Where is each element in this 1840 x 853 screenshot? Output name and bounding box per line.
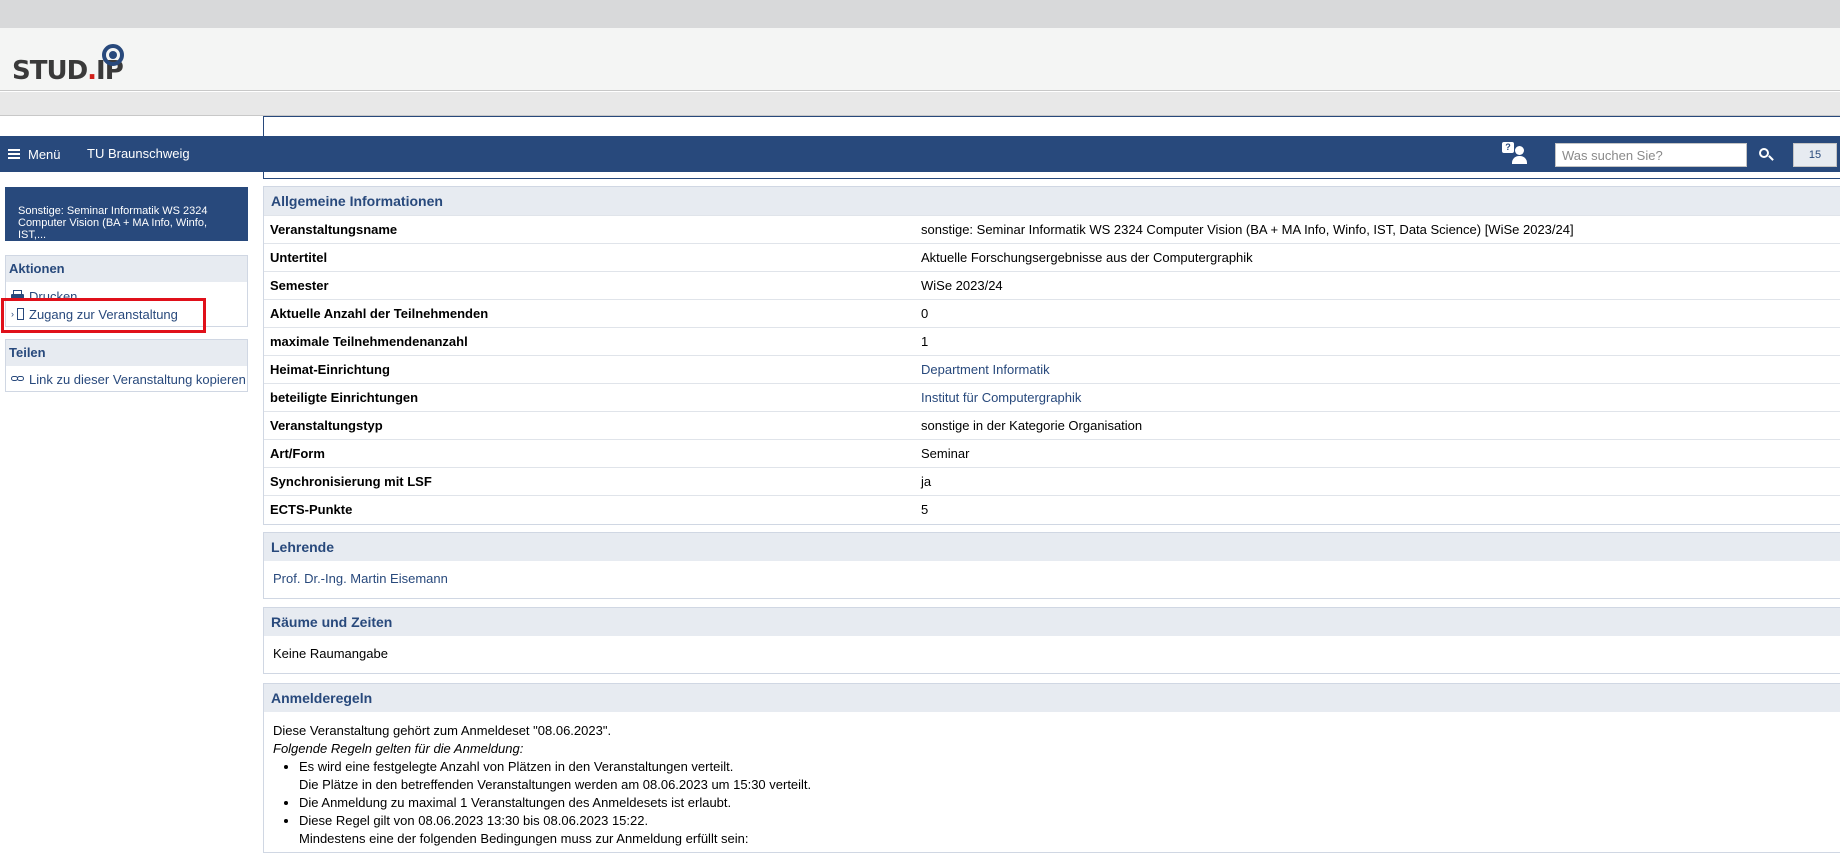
actions-title: Aktionen — [6, 256, 247, 282]
home-institute-link[interactable]: Department Informatik — [921, 362, 1050, 377]
lecturer-link[interactable]: Prof. Dr.-Ing. Martin Eisemann — [273, 571, 448, 586]
share-box: Teilen Link zu dieser Veranstaltung kopi… — [5, 339, 248, 392]
table-row: Veranstaltungsname sonstige: Seminar Info… — [264, 215, 1840, 244]
share-title: Teilen — [6, 340, 247, 366]
table-row: beteiligte Einrichtungen Institut für Com… — [264, 383, 1840, 412]
course-header: Sonstige: Seminar Informatik WS 2324 Com… — [5, 187, 248, 241]
table-row: Untertitel Aktuelle Forschungsergebnisse … — [264, 243, 1840, 272]
door-enter-icon: › — [11, 308, 25, 320]
lecturers-title: Lehrende — [264, 533, 1840, 561]
rules-title: Anmelderegeln — [264, 684, 1840, 712]
table-row: ECTS-Punkte 5 — [264, 495, 1840, 524]
general-info-table: Veranstaltungsname sonstige: Seminar Info… — [264, 215, 1840, 524]
print-link[interactable]: Drucken — [6, 287, 247, 305]
notification-badge[interactable]: 15 — [1793, 143, 1837, 167]
table-row: Synchronisierung mit LSF ja — [264, 467, 1840, 496]
logo-bar: STUD.IP — [0, 28, 1840, 91]
help-user-icon[interactable]: ? — [1502, 142, 1528, 166]
actions-box: Aktionen Drucken › Zugang zur Veranstalt… — [5, 255, 248, 327]
table-row: Heimat-Einrichtung Department Informatik — [264, 355, 1840, 384]
browser-top-band — [0, 0, 1840, 28]
general-info-section: Allgemeine Informationen Veranstaltungsn… — [263, 186, 1840, 525]
rooms-text: Keine Raumangabe — [273, 646, 388, 661]
table-row: Aktuelle Anzahl der Teilnehmenden 0 — [264, 299, 1840, 328]
secondary-band — [0, 92, 1840, 116]
copy-link-link[interactable]: Link zu dieser Veranstaltung kopieren — [6, 370, 247, 388]
registration-rules-section: Anmelderegeln Diese Veranstaltung gehört… — [263, 683, 1840, 853]
print-icon — [11, 290, 25, 302]
menu-button[interactable]: Menü — [8, 136, 61, 172]
rules-intro: Diese Veranstaltung gehört zum Anmeldese… — [273, 723, 612, 738]
list-item: Es wird eine festgelegte Anzahl von Plät… — [299, 758, 1840, 794]
search-input[interactable] — [1555, 143, 1747, 167]
top-navigation: Menü TU Braunschweig ? 15 — [0, 136, 1840, 172]
lecturers-section: Lehrende Prof. Dr.-Ing. Martin Eisemann — [263, 532, 1840, 599]
table-row: Semester WiSe 2023/24 — [264, 271, 1840, 300]
table-row: Art/Form Seminar — [264, 439, 1840, 468]
link-icon — [11, 373, 25, 385]
rooms-title: Räume und Zeiten — [264, 608, 1840, 636]
hamburger-icon — [8, 149, 20, 159]
list-item: Die Anmeldung zu maximal 1 Veranstaltung… — [299, 794, 1840, 812]
participating-institute-link[interactable]: Institut für Computergraphik — [921, 390, 1081, 405]
logo-ring-icon — [102, 44, 124, 66]
institution-link[interactable]: TU Braunschweig — [87, 136, 190, 172]
search-button[interactable] — [1752, 143, 1778, 167]
menu-label: Menü — [28, 146, 61, 162]
table-row: Veranstaltungstyp sonstige in der Kategor… — [264, 411, 1840, 440]
general-info-title: Allgemeine Informationen — [264, 187, 1840, 215]
rules-body: Diese Veranstaltung gehört zum Anmeldese… — [264, 712, 1840, 848]
access-course-link[interactable]: › Zugang zur Veranstaltung — [6, 305, 247, 323]
rooms-section: Räume und Zeiten Keine Raumangabe — [263, 607, 1840, 674]
table-row: maximale Teilnehmendenanzahl 1 — [264, 327, 1840, 356]
rules-list: Es wird eine festgelegte Anzahl von Plät… — [299, 758, 1840, 848]
rules-subtitle: Folgende Regeln gelten für die Anmeldung… — [273, 741, 524, 756]
